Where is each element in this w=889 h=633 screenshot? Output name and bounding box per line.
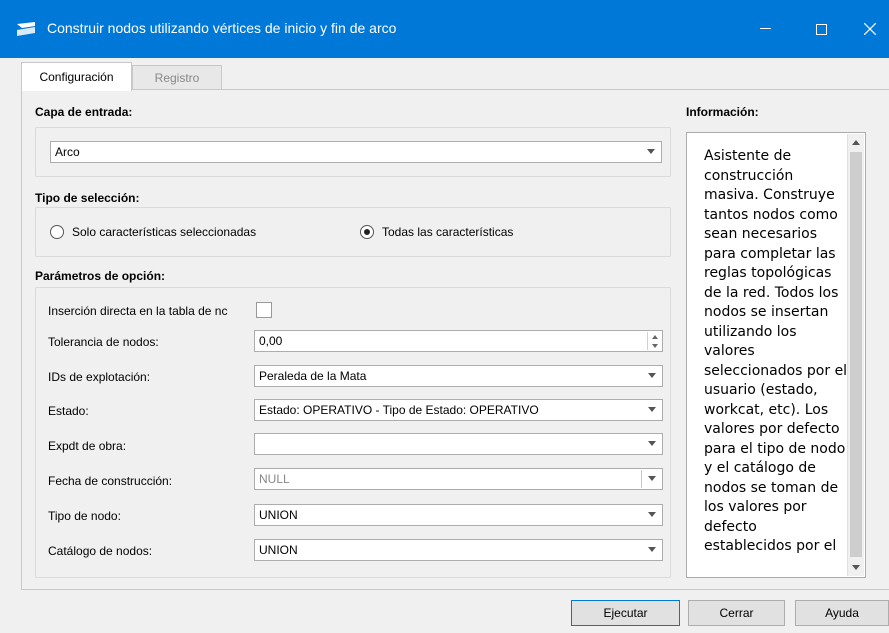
radio-checked-icon [360, 225, 374, 239]
tolerance-spinbox[interactable]: 0,00 [254, 330, 663, 352]
spin-up-icon [651, 334, 658, 339]
scroll-thumb[interactable] [850, 152, 862, 557]
tolerance-label: Tolerancia de nodos: [48, 335, 159, 349]
options-title: Parámetros de opción: [35, 269, 166, 283]
chevron-down-icon [648, 441, 656, 446]
help-button[interactable]: Ayuda [795, 600, 889, 626]
state-combo[interactable]: Estado: OPERATIVO - Tipo de Estado: OPER… [254, 399, 663, 421]
state-label: Estado: [48, 404, 89, 418]
combo-separator [641, 470, 642, 488]
minimize-button[interactable] [742, 14, 788, 44]
chevron-down-icon [648, 547, 656, 552]
info-textbox[interactable]: Asistente de construcción masiva. Constr… [686, 132, 866, 578]
exploitation-label: IDs de explotación: [48, 370, 151, 384]
chevron-down-icon [648, 476, 656, 481]
exploitation-combo[interactable]: Peraleda de la Mata [254, 365, 663, 387]
maximize-icon [815, 23, 827, 35]
info-scrollbar[interactable] [847, 134, 864, 576]
run-button[interactable]: Ejecutar [571, 600, 680, 626]
close-button[interactable] [850, 14, 889, 44]
node-catalog-label: Catálogo de nodos: [48, 544, 153, 558]
spin-buttons[interactable] [647, 332, 661, 350]
exploitation-value: Peraleda de la Mata [259, 369, 367, 383]
build-date-value: NULL [259, 472, 290, 486]
info-title: Información: [686, 105, 759, 119]
title-bar: Construir nodos utilizando vértices de i… [0, 0, 889, 58]
node-type-value: UNION [259, 508, 298, 522]
state-value: Estado: OPERATIVO - Tipo de Estado: OPER… [259, 403, 539, 417]
radio-selected-features[interactable]: Solo características seleccionadas [50, 225, 256, 239]
tolerance-value: 0,00 [259, 334, 283, 348]
node-catalog-value: UNION [259, 543, 298, 557]
tab-registro[interactable]: Registro [132, 65, 222, 90]
minimize-icon [759, 28, 771, 29]
input-layer-combo[interactable]: Arco [50, 141, 662, 163]
chevron-down-icon [648, 512, 656, 517]
input-layer-title: Capa de entrada: [35, 105, 133, 119]
build-date-combo[interactable]: NULL [254, 468, 663, 490]
app-icon [17, 22, 35, 36]
spin-down-icon [651, 343, 658, 348]
node-type-combo[interactable]: UNION [254, 504, 663, 526]
node-catalog-combo[interactable]: UNION [254, 539, 663, 561]
radio-selected-features-label: Solo características seleccionadas [72, 225, 257, 239]
expdt-label: Expdt de obra: [48, 439, 127, 453]
tab-configuracion[interactable]: Configuración [21, 62, 132, 91]
build-date-label: Fecha de construcción: [48, 474, 173, 488]
maximize-button[interactable] [798, 14, 844, 44]
radio-icon [50, 225, 64, 239]
selection-type-title: Tipo de selección: [35, 191, 140, 205]
close-icon [863, 23, 876, 35]
chevron-down-icon [647, 149, 655, 154]
direct-insert-checkbox[interactable] [256, 302, 272, 318]
chevron-down-icon [648, 407, 656, 412]
radio-all-features[interactable]: Todas las características [360, 225, 513, 239]
scroll-down-icon[interactable] [852, 565, 860, 570]
radio-all-features-label: Todas las características [382, 225, 514, 239]
scroll-up-icon[interactable] [852, 140, 860, 145]
close-dialog-button[interactable]: Cerrar [688, 600, 785, 626]
chevron-down-icon [648, 373, 656, 378]
node-type-label: Tipo de nodo: [48, 509, 121, 523]
window-title: Construir nodos utilizando vértices de i… [47, 20, 397, 36]
info-text: Asistente de construcción masiva. Constr… [704, 148, 848, 554]
input-layer-value: Arco [55, 145, 80, 159]
direct-insert-label: Inserción directa en la tabla de nc [48, 304, 228, 318]
expdt-combo[interactable] [254, 433, 663, 455]
